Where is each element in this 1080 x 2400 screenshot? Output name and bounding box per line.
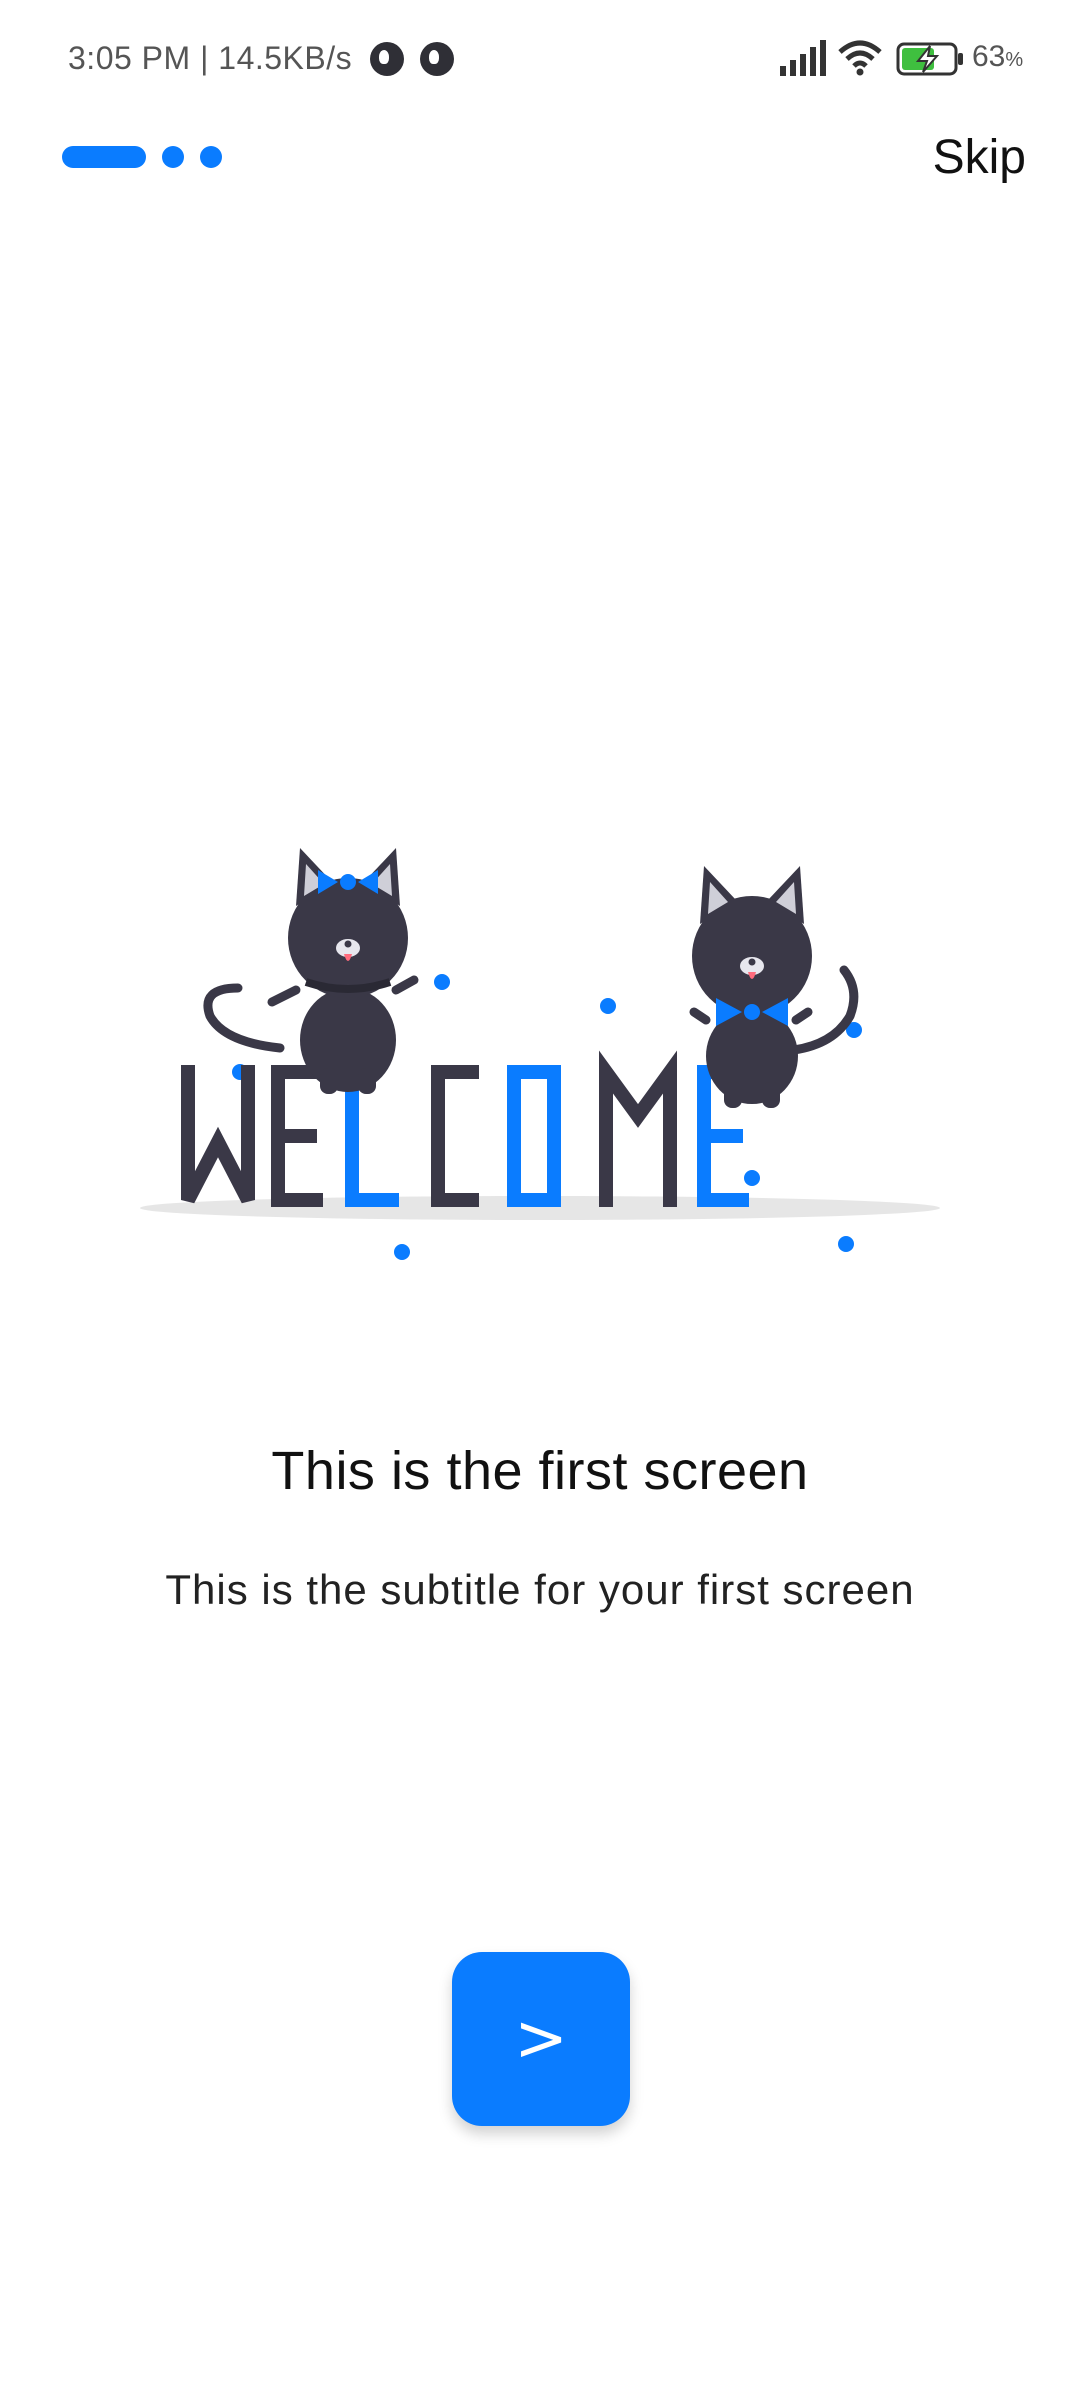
cat-left <box>203 848 419 1094</box>
battery-percent: 63% <box>972 40 1024 73</box>
status-bar: 3:05 PM | 14.5KB/s 63% <box>0 0 1080 118</box>
page-indicator-dot <box>162 146 184 168</box>
page-indicator-active <box>62 146 146 168</box>
notification-app-icon <box>370 42 404 76</box>
welcome-cats-illustration <box>140 848 940 1260</box>
cat-right <box>689 866 859 1108</box>
notification-app-icon <box>420 42 454 76</box>
page-title: This is the first screen <box>271 1441 809 1501</box>
welcome-illustration <box>120 820 960 1280</box>
battery-charging-icon <box>896 42 963 76</box>
signal-icon <box>780 40 826 76</box>
next-button[interactable]: > <box>452 1952 630 2126</box>
skip-button[interactable]: Skip <box>933 130 1026 185</box>
page-indicator-dot <box>200 146 222 168</box>
status-time: 3:05 PM | 14.5KB/s <box>68 40 353 76</box>
wifi-icon <box>838 40 882 76</box>
page-subtitle: This is the subtitle for your first scre… <box>165 1566 915 1613</box>
